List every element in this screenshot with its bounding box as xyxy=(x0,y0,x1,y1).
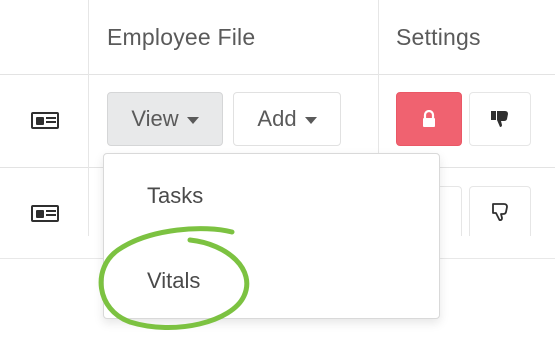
id-card-icon[interactable] xyxy=(31,205,59,222)
lock-icon xyxy=(423,110,435,127)
header-employee-file: Employee File xyxy=(107,24,256,50)
caret-down-icon xyxy=(186,116,199,124)
view-dropdown-button[interactable]: View xyxy=(107,92,223,146)
thumbs-down-outline-icon xyxy=(492,202,508,221)
add-button-label: Add xyxy=(257,106,297,131)
id-card-icon[interactable] xyxy=(31,112,59,129)
thumbs-down-button-row2[interactable] xyxy=(469,186,531,236)
caret-down-icon xyxy=(304,116,317,124)
header-settings: Settings xyxy=(396,24,481,50)
row-divider xyxy=(0,74,555,75)
column-divider xyxy=(88,0,89,236)
view-dropdown-menu: Tasks Vitals xyxy=(103,153,440,319)
lock-button[interactable] xyxy=(396,92,462,146)
view-button-label: View xyxy=(131,106,179,131)
add-dropdown-button[interactable]: Add xyxy=(233,92,341,146)
thumbs-down-icon xyxy=(491,111,508,127)
dropdown-item-tasks[interactable]: Tasks xyxy=(147,183,203,209)
thumbs-down-button[interactable] xyxy=(469,92,531,146)
dropdown-item-vitals[interactable]: Vitals xyxy=(147,268,200,294)
